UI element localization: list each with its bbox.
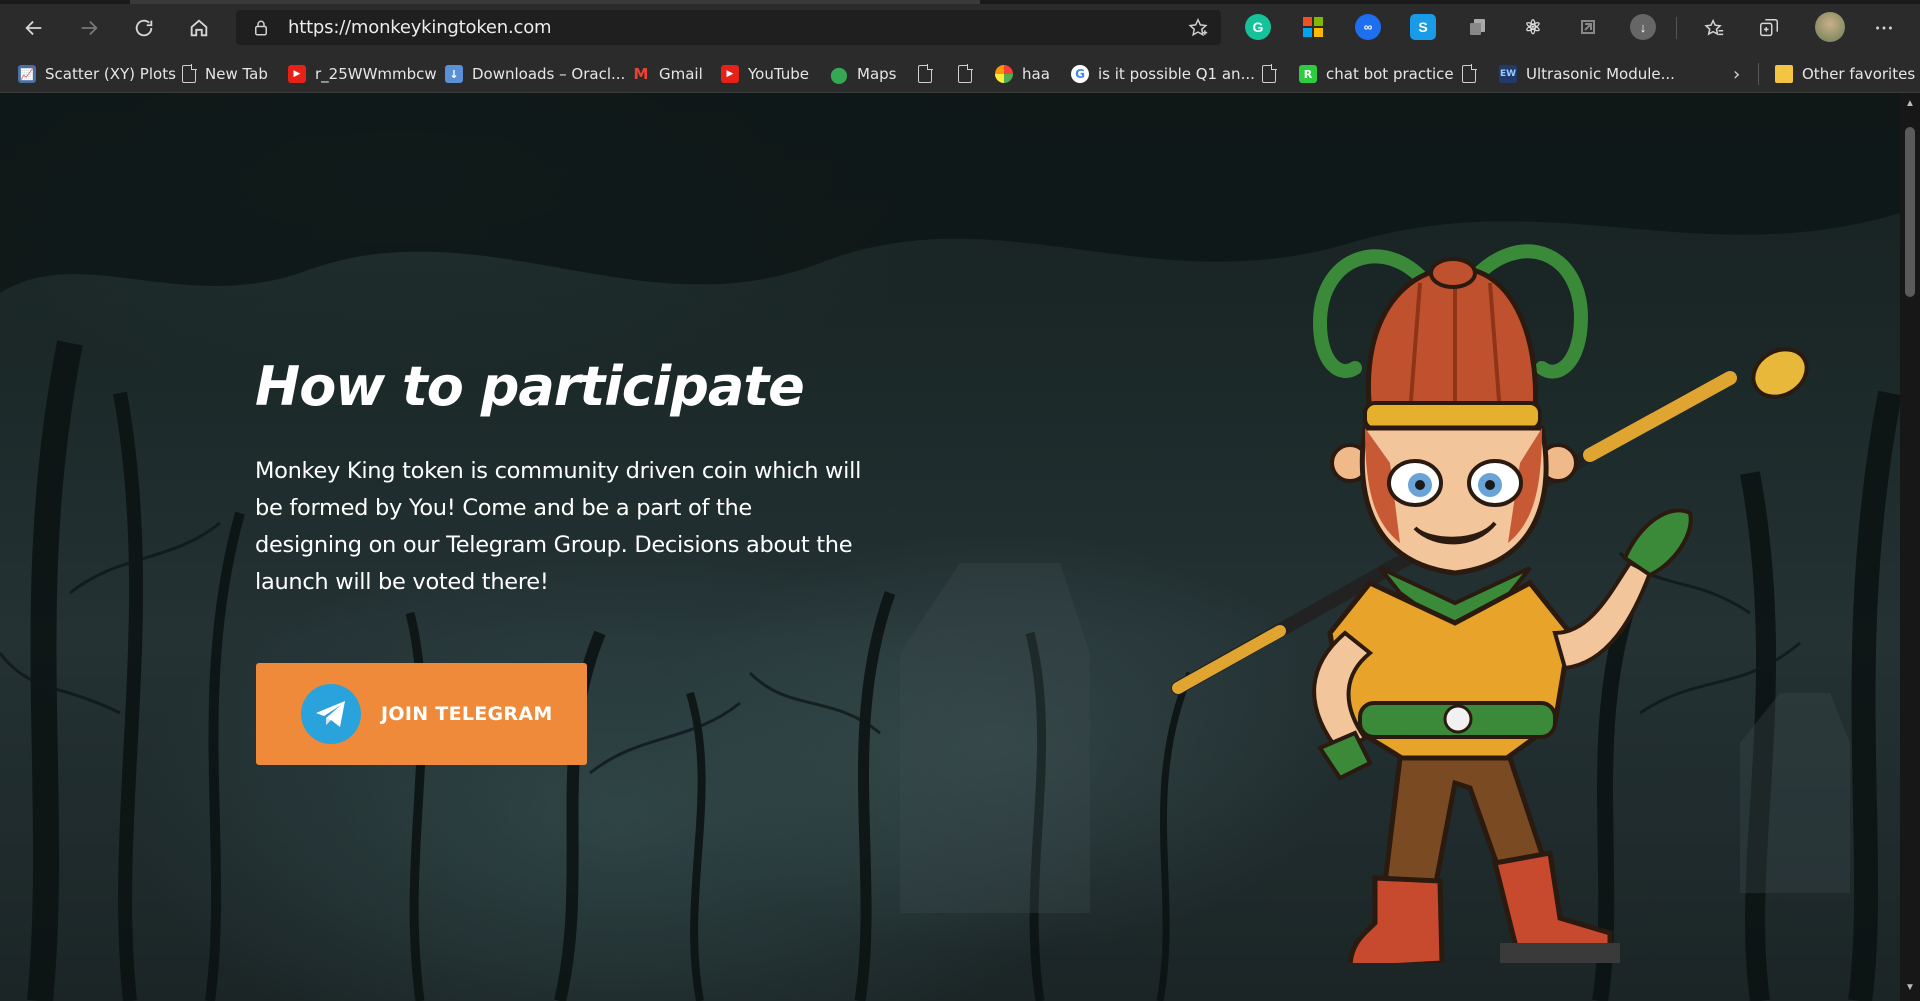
more-dots-icon: [1876, 26, 1892, 30]
collections-button[interactable]: [1753, 12, 1785, 44]
bookmark-label: Maps: [857, 65, 897, 83]
arrow-right-icon: [81, 20, 98, 36]
refresh-button[interactable]: [128, 12, 160, 44]
back-button[interactable]: [18, 12, 50, 44]
bookmark-item[interactable]: New Tab: [182, 61, 268, 87]
bookmarks-separator: [1758, 63, 1759, 85]
infinity-extension-icon[interactable]: ∞: [1355, 14, 1381, 40]
bookmark-label: chat bot practice: [1326, 65, 1454, 83]
address-bar[interactable]: https://monkeykingtoken.com: [236, 10, 1221, 45]
add-favorite-icon[interactable]: [1187, 17, 1209, 39]
grammarly-icon[interactable]: G: [1245, 14, 1271, 40]
telegram-icon: [301, 684, 361, 744]
bookmark-label: Scatter (XY) Plots: [45, 65, 176, 83]
url-text[interactable]: https://monkeykingtoken.com: [288, 17, 552, 38]
settings-menu-button[interactable]: [1868, 12, 1900, 44]
home-icon: [190, 19, 208, 37]
page-scrollbar[interactable]: ▲ ▼: [1900, 93, 1920, 1001]
bookmark-label: Gmail: [659, 65, 703, 83]
download-extension-icon[interactable]: ↓: [1630, 14, 1656, 40]
collections-icon: [1760, 19, 1778, 37]
tab-strip: [0, 0, 1920, 4]
react-devtools-icon[interactable]: ⚛: [1520, 14, 1546, 40]
forward-button[interactable]: [73, 12, 105, 44]
bookmark-label: YouTube: [748, 65, 809, 83]
arrow-left-icon: [25, 20, 42, 36]
lock-icon: [252, 19, 270, 37]
page-title: How to participate: [255, 355, 805, 418]
toolbar-separator: [1676, 17, 1677, 39]
bookmark-item[interactable]: haa: [995, 61, 1050, 87]
scrollbar-thumb[interactable]: [1905, 127, 1915, 297]
bookmark-item[interactable]: EW Ultrasonic Module...: [1499, 61, 1675, 87]
bookmark-item[interactable]: ↓ Downloads – Oracl...: [445, 61, 625, 87]
bookmarks-overflow-chevron-icon[interactable]: ›: [1733, 61, 1740, 87]
bookmark-item[interactable]: ⬤ Maps: [830, 61, 896, 87]
google-icon: G: [1071, 65, 1089, 83]
downloads-icon: ↓: [445, 65, 463, 83]
other-favorites-label: Other favorites: [1802, 65, 1916, 83]
page-icon: [182, 64, 197, 83]
gmail-icon: M: [633, 65, 649, 83]
bookmark-item[interactable]: M Gmail: [632, 61, 703, 87]
page-icon: [1462, 64, 1477, 83]
join-telegram-button[interactable]: JOIN TELEGRAM: [256, 663, 587, 765]
join-telegram-label: JOIN TELEGRAM: [381, 703, 553, 725]
monkey-king-mascot-illustration: [1171, 244, 1809, 963]
youtube-icon: ▶: [721, 65, 739, 83]
browser-toolbar: https://monkeykingtoken.com G ∞ S ⚛ ↓: [0, 0, 1920, 55]
extension-icon[interactable]: [1575, 14, 1601, 40]
scroll-up-arrow-icon[interactable]: ▲: [1905, 99, 1915, 109]
bookmark-item[interactable]: ▶ r_25WWmmbcw: [288, 61, 437, 87]
colorful-icon: [995, 65, 1013, 83]
copy-extension-icon[interactable]: [1465, 14, 1491, 40]
maps-icon: ⬤: [830, 64, 848, 84]
folder-icon: [1775, 65, 1793, 83]
chart-icon: 📈: [18, 65, 36, 83]
site-icon: EW: [1499, 65, 1517, 83]
bookmark-item[interactable]: [918, 61, 941, 87]
bookmark-label: haa: [1022, 65, 1050, 83]
youtube-icon: ▶: [288, 65, 306, 83]
home-button[interactable]: [183, 12, 215, 44]
bookmark-item[interactable]: G is it possible Q1 an...: [1071, 61, 1255, 87]
bookmarks-bar: 📈 Scatter (XY) Plots New Tab ▶ r_25WWmmb…: [0, 55, 1920, 93]
office-icon[interactable]: [1300, 14, 1326, 40]
page-icon: [1262, 64, 1277, 83]
profile-avatar[interactable]: [1815, 12, 1845, 42]
bookmark-item[interactable]: R chat bot practice: [1299, 61, 1454, 87]
bookmark-item[interactable]: [958, 61, 981, 87]
bookmark-label: Downloads – Oracl...: [472, 65, 626, 83]
skype-icon[interactable]: S: [1410, 14, 1436, 40]
scroll-down-arrow-icon[interactable]: ▼: [1905, 983, 1915, 993]
favorites-star-icon: [1704, 18, 1724, 36]
replit-icon: R: [1299, 65, 1317, 83]
bookmark-label: is it possible Q1 an...: [1098, 65, 1255, 83]
refresh-icon: [135, 19, 153, 37]
bookmark-label: r_25WWmmbcw: [315, 65, 437, 83]
other-favorites-folder[interactable]: Other favorites: [1775, 61, 1915, 87]
bookmark-item[interactable]: [1462, 61, 1485, 87]
bookmark-item[interactable]: [1262, 61, 1285, 87]
bookmark-item[interactable]: 📈 Scatter (XY) Plots: [18, 61, 176, 87]
page-icon: [918, 64, 933, 83]
favorites-button[interactable]: [1698, 12, 1730, 44]
page-viewport: How to participate Monkey King token is …: [0, 93, 1900, 1001]
bookmark-item[interactable]: ▶ YouTube: [721, 61, 809, 87]
bookmark-label: New Tab: [205, 65, 268, 83]
page-icon: [958, 64, 973, 83]
active-tab[interactable]: [130, 0, 980, 4]
hero-description: Monkey King token is community driven co…: [255, 458, 862, 595]
bookmark-label: Ultrasonic Module...: [1526, 65, 1675, 83]
